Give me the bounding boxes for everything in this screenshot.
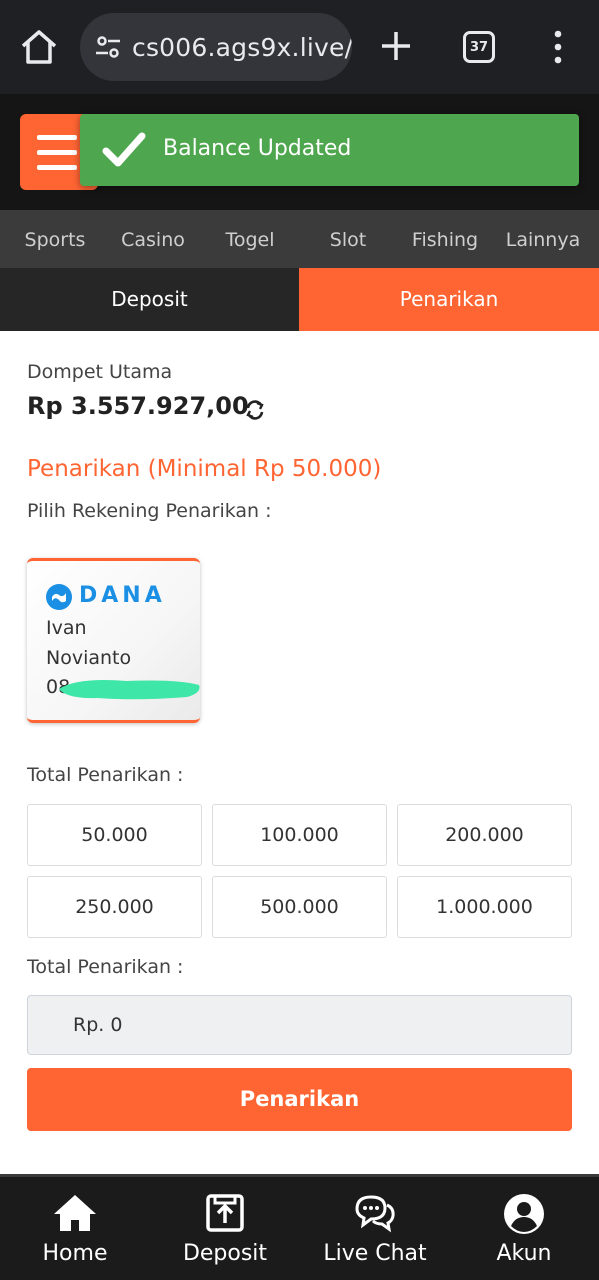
bottom-nav: Home Deposit Live Chat Akun <box>0 1174 599 1280</box>
balance-toast[interactable]: Balance Updated <box>80 114 579 186</box>
category-sports[interactable]: Sports <box>10 210 100 268</box>
bank-account-card[interactable]: DANA Ivan Novianto 08 <box>27 558 200 723</box>
wallet-balance: Rp 3.557.927,00 <box>27 392 249 420</box>
nav-account[interactable]: Akun <box>474 1177 574 1280</box>
bank-name: DANA <box>79 583 166 608</box>
amount-option-100000[interactable]: 100.000 <box>212 804 387 866</box>
nav-live-chat[interactable]: Live Chat <box>315 1177 435 1280</box>
more-menu-icon[interactable] <box>552 30 564 64</box>
total-withdraw-label: Total Penarikan : <box>27 764 184 786</box>
nav-home[interactable]: Home <box>25 1177 125 1280</box>
tab-withdraw[interactable]: Penarikan <box>299 268 599 331</box>
browser-toolbar: cs006.ags9x.live/ 37 <box>0 0 599 94</box>
nav-deposit-label: Deposit <box>182 1241 268 1266</box>
category-lainnya[interactable]: Lainnya <box>498 210 588 268</box>
withdraw-title: Penarikan (Minimal Rp 50.000) <box>27 456 382 482</box>
browser-home-icon[interactable] <box>18 26 60 68</box>
account-name-first: Ivan <box>46 617 87 639</box>
amount-option-50000[interactable]: 50.000 <box>27 804 202 866</box>
category-nav: Sports Casino Togel Slot Fishing Lainnya <box>0 210 599 268</box>
user-icon <box>504 1194 544 1234</box>
site-header: Balance Updated <box>0 94 599 210</box>
deposit-icon <box>206 1194 244 1232</box>
amount-option-1000000[interactable]: 1.000.000 <box>397 876 572 938</box>
dana-logo-icon <box>46 584 72 610</box>
nav-deposit[interactable]: Deposit <box>175 1177 275 1280</box>
hamburger-line <box>37 135 77 140</box>
category-casino[interactable]: Casino <box>108 210 198 268</box>
category-togel[interactable]: Togel <box>205 210 295 268</box>
choose-account-label: Pilih Rekening Penarikan : <box>27 500 272 522</box>
refresh-icon[interactable] <box>244 399 266 421</box>
account-name-last: Novianto <box>46 647 132 669</box>
hamburger-line <box>37 165 77 170</box>
wallet-label: Dompet Utama <box>27 361 173 383</box>
amount-option-500000[interactable]: 500.000 <box>212 876 387 938</box>
withdraw-amount-input[interactable]: Rp. 0 <box>27 995 572 1055</box>
category-slot[interactable]: Slot <box>303 210 393 268</box>
toast-message: Balance Updated <box>163 136 352 161</box>
new-tab-icon[interactable] <box>378 28 414 64</box>
category-fishing[interactable]: Fishing <box>400 210 490 268</box>
transaction-tabs: Deposit Penarikan <box>0 268 599 331</box>
url-text: cs006.ags9x.live/ <box>132 32 352 62</box>
home-icon <box>54 1195 96 1231</box>
nav-account-label: Akun <box>496 1241 552 1266</box>
address-bar[interactable]: cs006.ags9x.live/ <box>80 13 352 81</box>
nav-home-label: Home <box>42 1241 108 1266</box>
tab-deposit[interactable]: Deposit <box>0 268 299 331</box>
nav-live-chat-label: Live Chat <box>323 1241 427 1266</box>
check-icon <box>102 132 146 167</box>
tab-switcher-button[interactable]: 37 <box>463 31 495 63</box>
hamburger-line <box>37 150 77 155</box>
amount-option-200000[interactable]: 200.000 <box>397 804 572 866</box>
amount-option-250000[interactable]: 250.000 <box>27 876 202 938</box>
total-withdraw-label-2: Total Penarikan : <box>27 956 184 978</box>
chat-icon <box>355 1195 395 1233</box>
site-settings-icon[interactable] <box>94 33 122 61</box>
withdraw-submit-button[interactable]: Penarikan <box>27 1068 572 1131</box>
redaction-mark <box>59 680 200 700</box>
